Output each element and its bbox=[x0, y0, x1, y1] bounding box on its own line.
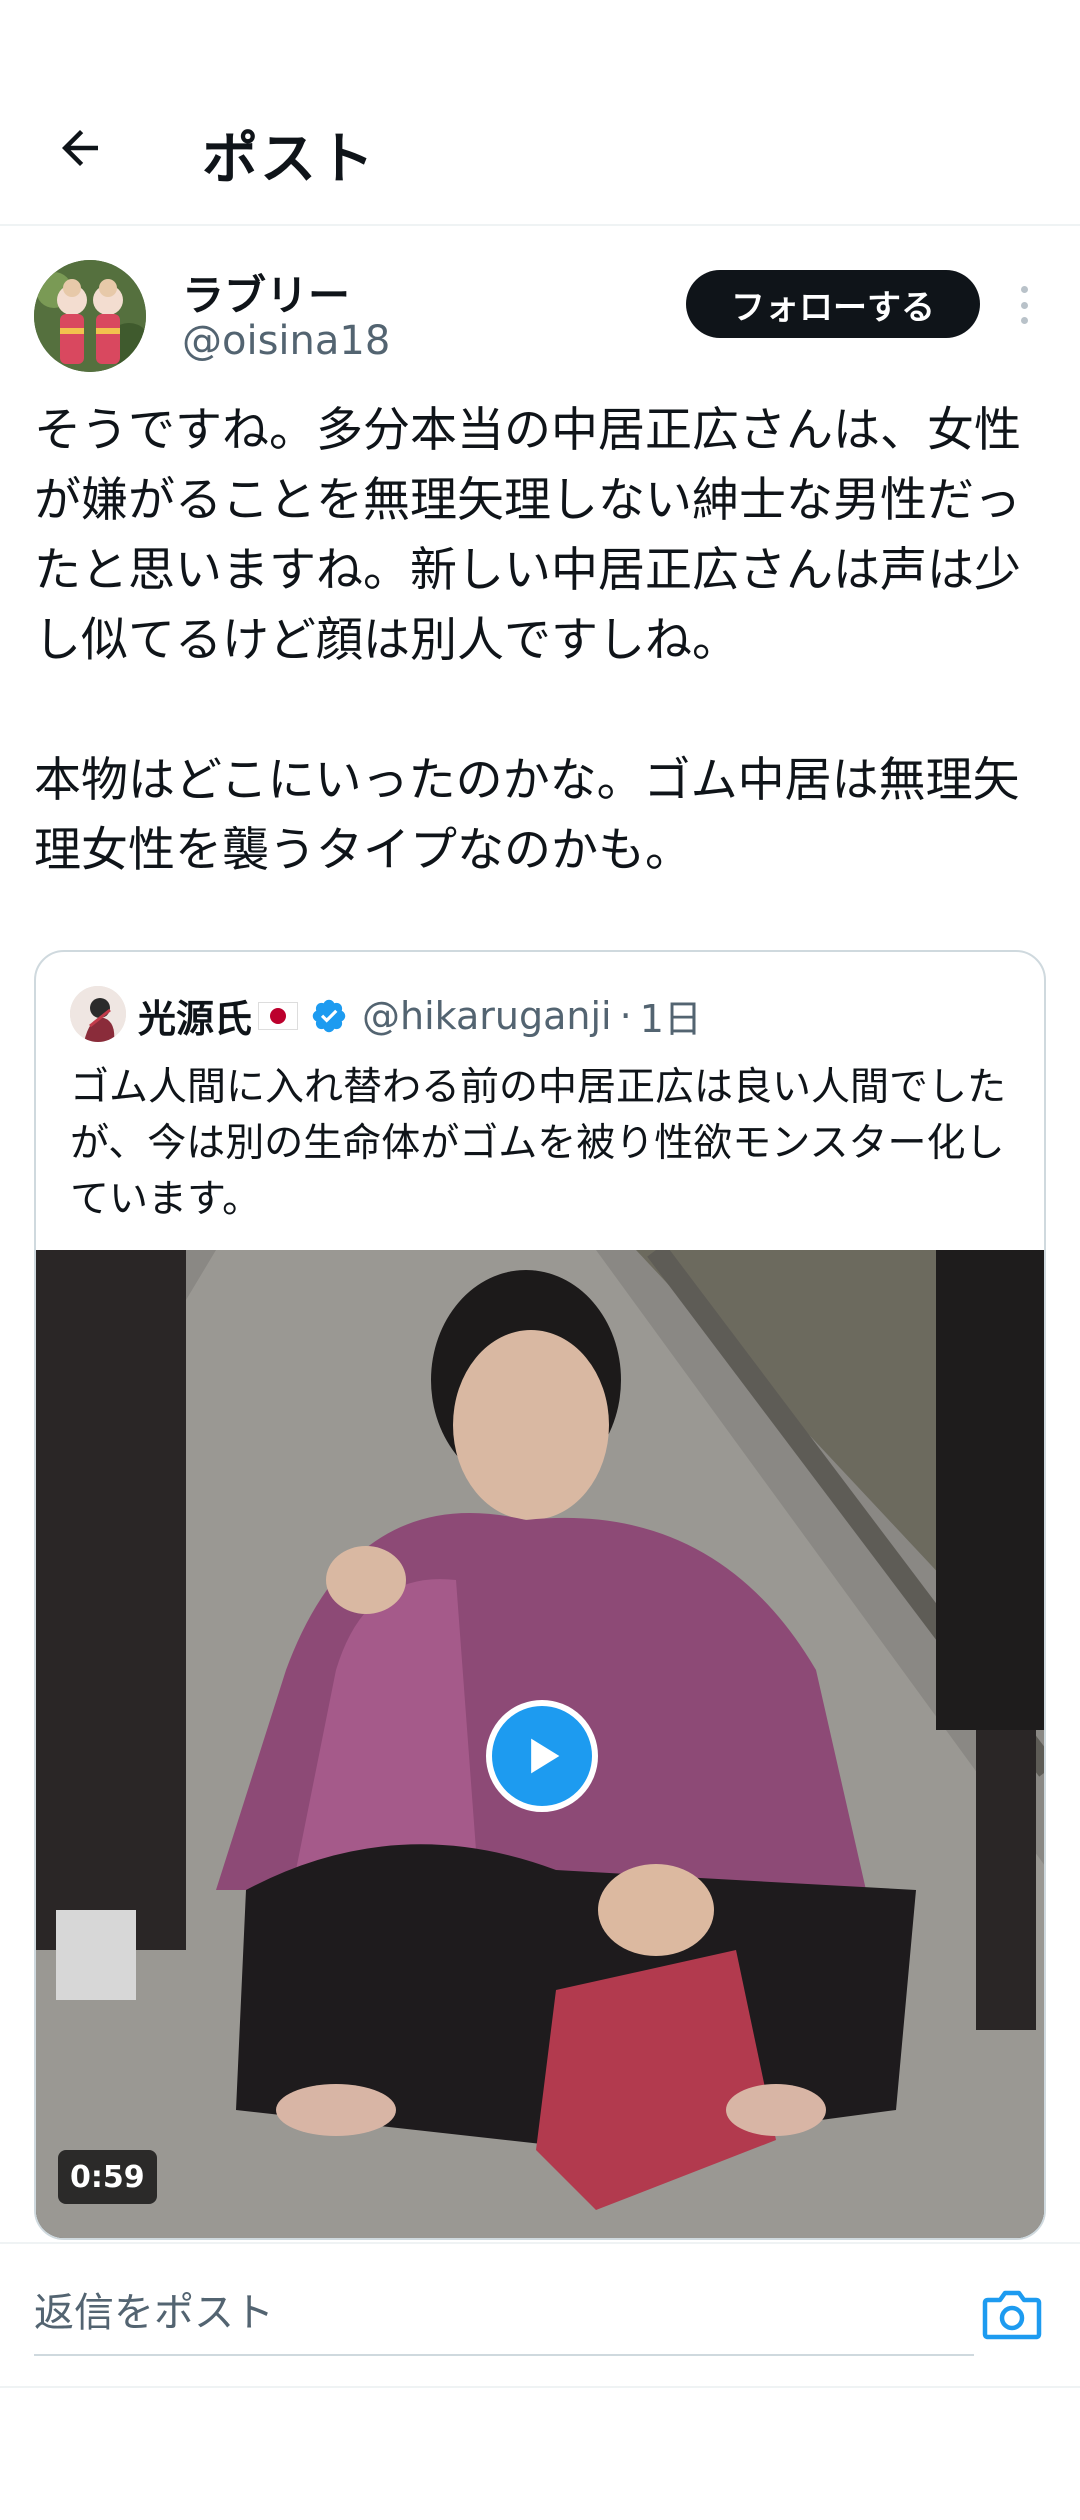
display-name[interactable]: ラブリー bbox=[182, 262, 350, 323]
play-button[interactable] bbox=[486, 1700, 598, 1812]
more-options-icon[interactable] bbox=[1006, 280, 1042, 330]
japan-flag-icon bbox=[258, 1001, 299, 1030]
video-duration: 0:59 bbox=[58, 2150, 157, 2204]
verified-badge-icon bbox=[312, 999, 346, 1032]
play-icon bbox=[531, 1738, 560, 1774]
separator-dot: · bbox=[619, 993, 632, 1038]
quoted-timestamp: 1日 bbox=[639, 997, 702, 1041]
reply-input[interactable] bbox=[34, 2272, 974, 2356]
top-app-bar: ポスト bbox=[0, 0, 1080, 226]
user-handle[interactable]: @oisina18 bbox=[182, 318, 390, 364]
post-text: そうですね。多分本当の中居正広さんは、女性が嫌がることを無理矢理しない紳士な男性… bbox=[34, 403, 1021, 878]
arrow-left-icon bbox=[62, 130, 98, 166]
quoted-display-name: 光源氏 bbox=[138, 997, 253, 1041]
quoted-avatar bbox=[70, 986, 126, 1042]
back-button[interactable] bbox=[40, 108, 120, 188]
follow-button[interactable]: フォローする bbox=[686, 270, 980, 338]
divider bbox=[0, 2386, 1080, 2388]
reply-bar bbox=[0, 2242, 1080, 2386]
camera-button[interactable] bbox=[982, 2288, 1042, 2340]
quoted-text: ゴム人間に入れ替わる前の中居正広は良い人間でしたが、今は別の生命体がゴムを被り性… bbox=[70, 1065, 1007, 1222]
avatar[interactable] bbox=[34, 260, 146, 372]
quoted-post-header: 光源氏 @hikaruganji · 1日 bbox=[138, 988, 702, 1043]
avatar-image bbox=[34, 260, 146, 372]
quoted-handle: @hikaruganji bbox=[362, 993, 612, 1038]
video-thumbnail[interactable]: 0:59 bbox=[36, 1250, 1044, 2238]
page-title: ポスト bbox=[202, 127, 376, 192]
camera-icon bbox=[982, 2290, 1042, 2340]
quoted-post[interactable]: 光源氏 @hikaruganji · 1日 ゴム人間に入れ替わる前の中居正広は良… bbox=[34, 950, 1046, 2240]
